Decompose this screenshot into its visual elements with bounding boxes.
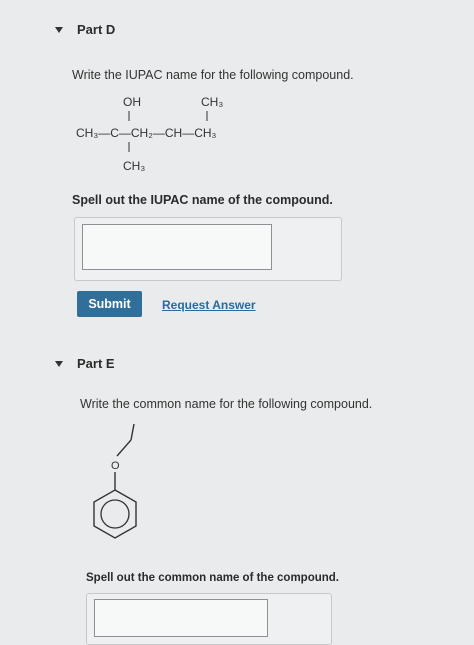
request-answer-link[interactable]: Request Answer [162, 298, 256, 312]
part-d-title: Part D [77, 22, 116, 37]
ch3-top-label: CH₃ [201, 95, 223, 109]
part-d-structure: OH CH₃ CH₃—C—CH₂—CH—CH₃ CH₃ [76, 95, 223, 173]
part-d-answer-label: Spell out the IUPAC name of the compound… [72, 193, 333, 207]
main-chain-label: CH₃—C—CH₂—CH—CH₃ [76, 126, 217, 140]
submit-button[interactable]: Submit [77, 291, 142, 317]
part-e-structure: O [93, 423, 137, 539]
aromatic-circle [100, 499, 130, 529]
collapse-caret-icon[interactable] [55, 26, 63, 33]
iupac-name-input[interactable] [82, 224, 272, 270]
collapse-caret-icon[interactable] [55, 360, 63, 367]
common-name-input[interactable] [94, 599, 268, 637]
oh-group-label: OH [123, 95, 141, 109]
part-e-prompt: Write the common name for the following … [80, 397, 373, 411]
part-e-title: Part E [77, 356, 115, 371]
problem-page: Part D Write the IUPAC name for the foll… [0, 0, 474, 645]
ch3-bottom-label: CH₃ [123, 159, 145, 173]
part-d-header[interactable]: Part D [55, 22, 115, 37]
part-e-answer-label: Spell out the common name of the compoun… [86, 572, 340, 584]
benzene-ring [93, 489, 137, 539]
part-e-header[interactable]: Part E [55, 356, 115, 371]
part-d-prompt: Write the IUPAC name for the following c… [72, 68, 354, 82]
oxygen-atom-label: O [111, 460, 120, 472]
